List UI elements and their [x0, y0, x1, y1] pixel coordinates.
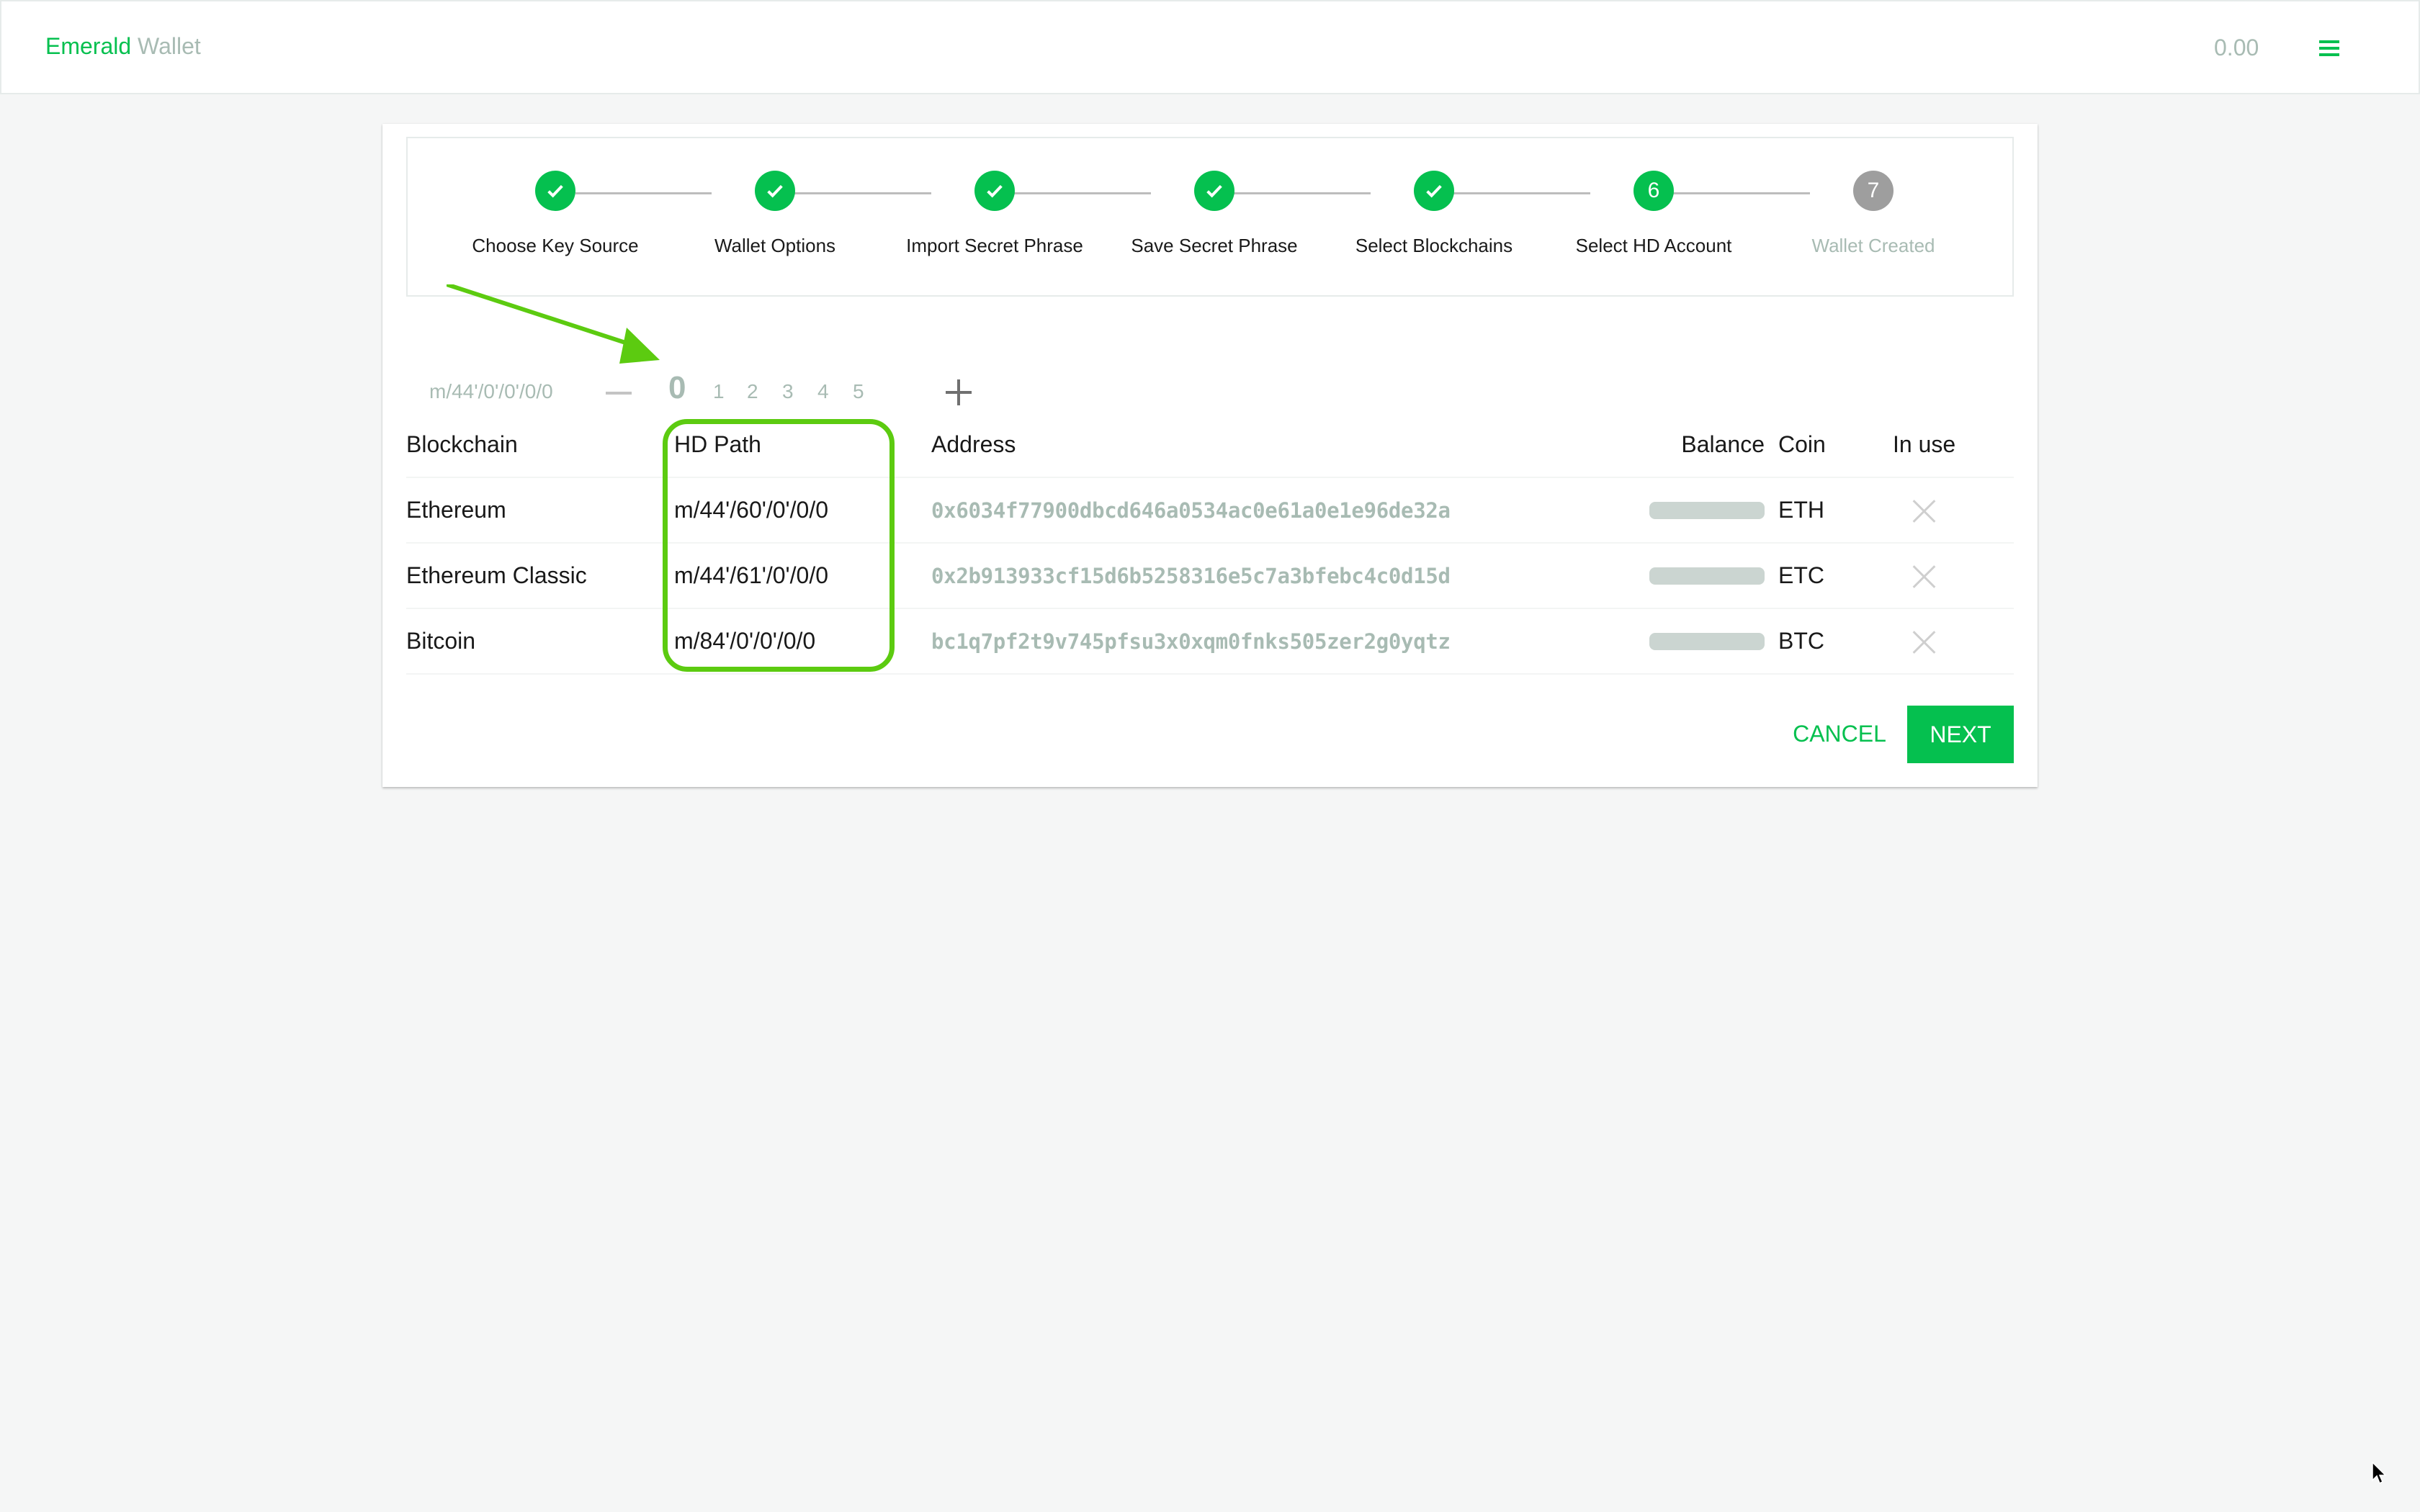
decrease-account-button[interactable]: [606, 392, 632, 395]
mouse-cursor-icon: [2372, 1462, 2387, 1485]
blockchain-name: Bitcoin: [406, 628, 476, 654]
table-row: Bitcoin m/84'/0'/0'/0/0 bc1q7pf2t9v745pf…: [406, 609, 2014, 675]
account-option-5[interactable]: 5: [853, 380, 864, 403]
balance-loading-skeleton: [1649, 567, 1765, 585]
hd-path: m/44'/61'/0'/0/0: [674, 562, 829, 588]
blockchain-name: Ethereum: [406, 497, 506, 523]
close-icon: [1912, 498, 1937, 523]
column-header-hd-path: HD Path: [674, 431, 761, 457]
step-choose-key-source: Choose Key Source: [447, 138, 663, 297]
address: 0x2b913933cf15d6b5258316e5c7a3bfebc4c0d1…: [931, 563, 1451, 588]
step-save-secret-phrase: Save Secret Phrase: [1106, 138, 1322, 297]
check-icon: [1194, 171, 1234, 211]
in-use-cell: [1912, 478, 1937, 542]
close-icon: [1912, 629, 1937, 654]
check-icon: [535, 171, 575, 211]
blockchain-name: Ethereum Classic: [406, 562, 587, 588]
account-option-2[interactable]: 2: [747, 380, 758, 403]
cancel-button[interactable]: CANCEL: [1782, 706, 1897, 762]
create-wallet-card: Choose Key Source Wallet Options Import …: [382, 124, 2038, 787]
column-header-coin: Coin: [1778, 431, 1826, 457]
column-header-balance: Balance: [1681, 431, 1765, 457]
step-wallet-options: Wallet Options: [667, 138, 883, 297]
close-icon: [1912, 563, 1937, 589]
wizard-stepper: Choose Key Source Wallet Options Import …: [406, 137, 2014, 297]
check-icon: [974, 171, 1015, 211]
column-header-blockchain: Blockchain: [406, 431, 518, 457]
step-label: Import Secret Phrase: [906, 235, 1083, 256]
brand-secondary: Wallet: [138, 33, 201, 59]
step-label: Save Secret Phrase: [1131, 235, 1298, 256]
account-option-0[interactable]: 0: [668, 370, 686, 406]
table-row: Ethereum Classic m/44'/61'/0'/0/0 0x2b91…: [406, 544, 2014, 609]
account-option-4[interactable]: 4: [817, 380, 829, 403]
hd-path: m/44'/60'/0'/0/0: [674, 497, 829, 523]
step-number: 7: [1853, 171, 1894, 211]
next-button[interactable]: NEXT: [1907, 706, 2014, 763]
check-icon: [755, 171, 795, 211]
table-header: Blockchain HD Path Address Balance Coin …: [406, 412, 2014, 478]
account-option-1[interactable]: 1: [713, 380, 725, 403]
total-balance: 0.00: [2214, 35, 2259, 60]
step-label: Wallet Options: [714, 235, 836, 256]
balance-cell: [1631, 609, 1765, 673]
balance-cell: [1631, 544, 1765, 608]
address: bc1q7pf2t9v745pfsu3x0xqm0fnks505zer2g0yq…: [931, 629, 1451, 654]
table-row: Ethereum m/44'/60'/0'/0/0 0x6034f77900db…: [406, 478, 2014, 544]
hd-account-selector: m/44'/0'/0'/0/0 0 1 2 3 4 5: [429, 354, 1005, 406]
step-number: 6: [1634, 171, 1674, 211]
balance-loading-skeleton: [1649, 632, 1765, 650]
step-label: Select HD Account: [1575, 235, 1732, 256]
step-label: Choose Key Source: [472, 235, 639, 256]
step-wallet-created: 7 Wallet Created: [1765, 138, 1981, 297]
step-select-hd-account: 6 Select HD Account: [1546, 138, 1762, 297]
hd-path-prefix: m/44'/0'/0'/0/0: [429, 380, 553, 402]
balance-cell: [1631, 478, 1765, 542]
coin-ticker: ETH: [1778, 497, 1824, 523]
balance-loading-skeleton: [1649, 501, 1765, 519]
column-header-in-use: In use: [1893, 431, 1956, 457]
step-label: Select Blockchains: [1355, 235, 1513, 256]
increase-account-button[interactable]: [946, 379, 972, 405]
account-option-3[interactable]: 3: [782, 380, 794, 403]
address: 0x6034f77900dbcd646a0534ac0e61a0e1e96de3…: [931, 498, 1451, 523]
step-import-secret-phrase: Import Secret Phrase: [887, 138, 1103, 297]
step-label: Wallet Created: [1811, 235, 1935, 256]
app-header: Emerald Wallet 0.00: [0, 0, 2420, 94]
app-logo[interactable]: Emerald Wallet: [45, 33, 201, 60]
hd-path: m/84'/0'/0'/0/0: [674, 628, 816, 654]
in-use-cell: [1912, 544, 1937, 608]
check-icon: [1414, 171, 1454, 211]
coin-ticker: ETC: [1778, 562, 1824, 588]
coin-ticker: BTC: [1778, 628, 1824, 654]
hamburger-menu-icon[interactable]: [2319, 39, 2341, 58]
in-use-cell: [1912, 609, 1937, 673]
brand-primary: Emerald: [45, 33, 132, 59]
column-header-address: Address: [931, 431, 1016, 457]
step-select-blockchains: Select Blockchains: [1326, 138, 1542, 297]
